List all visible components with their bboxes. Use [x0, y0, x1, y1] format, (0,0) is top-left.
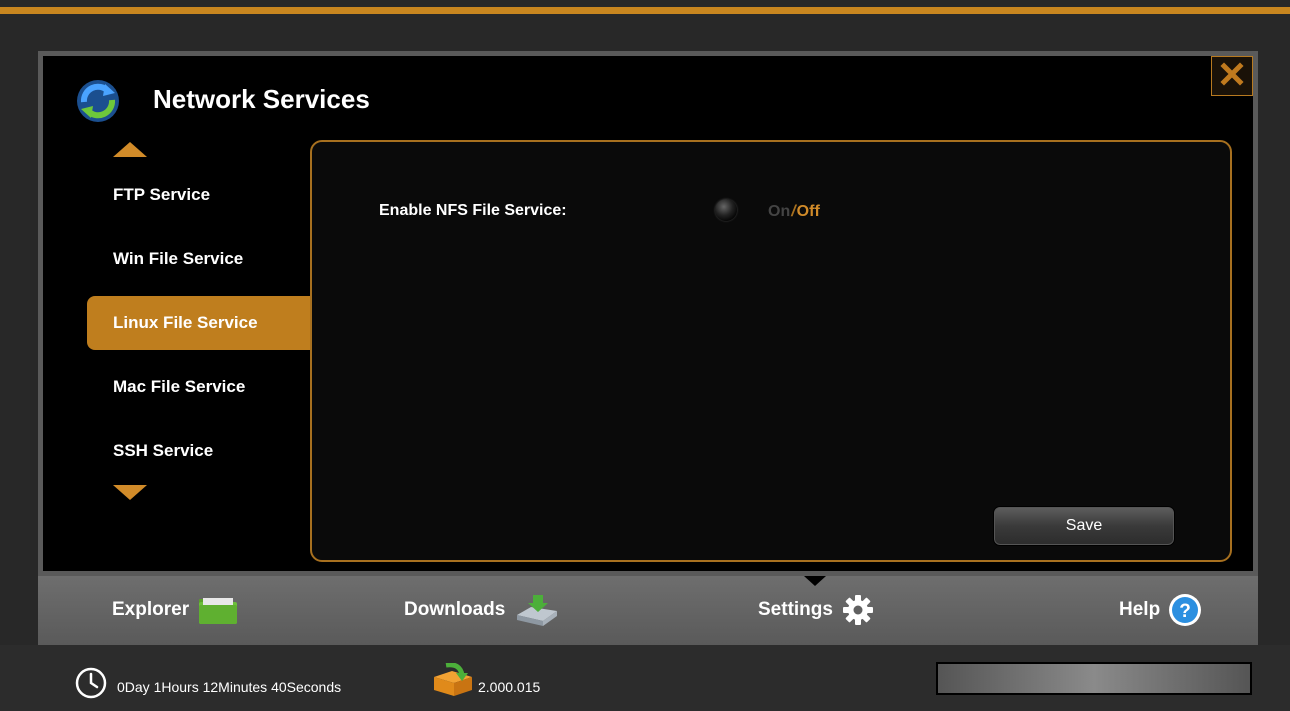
- scroll-up-arrow-icon[interactable]: [113, 142, 147, 157]
- top-accent-stripe: [0, 7, 1290, 14]
- folder-icon: [197, 595, 239, 625]
- refresh-sync-icon: [75, 78, 121, 124]
- sidebar-item-label: FTP Service: [113, 185, 211, 204]
- status-bar: 0Day 1Hours 12Minutes 40Seconds 2.000.01…: [0, 645, 1290, 711]
- nav-help[interactable]: Help ?: [1119, 592, 1202, 628]
- nav-downloads[interactable]: Downloads: [404, 592, 559, 628]
- network-services-dialog: Network Services FTP Service Win File Se…: [38, 51, 1258, 576]
- close-x-icon: [1220, 61, 1244, 91]
- version-text: 2.000.015: [478, 679, 541, 695]
- sidebar-item-label: Linux File Service: [113, 313, 258, 332]
- sidebar-item-win[interactable]: Win File Service: [87, 232, 309, 286]
- sidebar-item-ftp[interactable]: FTP Service: [87, 168, 309, 222]
- clock-icon: [75, 667, 107, 704]
- help-question-icon: ?: [1168, 593, 1202, 627]
- nav-label: Explorer: [112, 599, 190, 620]
- scroll-down-arrow-icon[interactable]: [113, 485, 147, 500]
- nav-label: Help: [1119, 599, 1161, 620]
- nav-label: Downloads: [404, 599, 506, 620]
- firmware-box-icon: [430, 662, 476, 702]
- sidebar-item-ssh[interactable]: SSH Service: [87, 424, 309, 478]
- progress-bar: [936, 662, 1252, 695]
- on-off-toggle[interactable]: On/Off: [768, 203, 820, 221]
- dialog-title: Network Services: [153, 84, 370, 114]
- svg-text:?: ?: [1179, 601, 1191, 622]
- nav-settings[interactable]: Settings: [758, 592, 875, 628]
- bottom-nav-bar: Explorer Downloads Settings Help ?: [38, 576, 1258, 645]
- settings-panel: Enable NFS File Service: On/Off Save: [310, 140, 1232, 562]
- gear-icon: [841, 593, 875, 627]
- toggle-separator: /: [791, 203, 796, 220]
- uptime-text: 0Day 1Hours 12Minutes 40Seconds: [117, 679, 342, 695]
- nav-explorer[interactable]: Explorer: [112, 592, 239, 628]
- nav-label: Settings: [758, 599, 833, 620]
- download-drive-icon: [513, 593, 559, 627]
- sidebar-item-label: Win File Service: [113, 249, 244, 268]
- close-button[interactable]: [1211, 56, 1253, 96]
- active-tab-indicator: [804, 576, 826, 586]
- sidebar-item-label: SSH Service: [113, 441, 214, 460]
- toggle-off-label: Off: [796, 203, 820, 220]
- progress-bar-fill: [938, 664, 1250, 693]
- sidebar-item-mac[interactable]: Mac File Service: [87, 360, 309, 414]
- sidebar-item-label: Mac File Service: [113, 377, 246, 396]
- nfs-service-label: Enable NFS File Service:: [379, 202, 567, 219]
- save-button[interactable]: Save: [993, 506, 1175, 546]
- nfs-toggle-radio[interactable]: [715, 199, 737, 221]
- toggle-on-label: On: [768, 203, 791, 220]
- sidebar-item-linux[interactable]: Linux File Service: [87, 296, 311, 350]
